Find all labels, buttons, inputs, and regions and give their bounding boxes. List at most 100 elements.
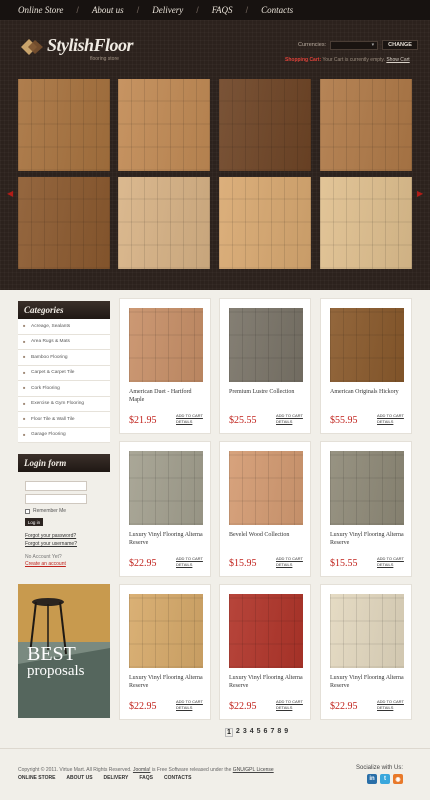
logo-title[interactable]: StylishFloor: [47, 35, 134, 56]
currency-select[interactable]: ▾: [330, 40, 379, 50]
product-name[interactable]: Luxury Vinyl Flooring Alterna Reserve: [229, 674, 307, 690]
category-item[interactable]: ■ Garage Flooring: [18, 428, 110, 443]
product-name[interactable]: Bevelel Wood Collection: [229, 531, 307, 539]
nav-delivery[interactable]: Delivery: [152, 5, 183, 15]
footer-link-online-store[interactable]: ONLINE STORE: [18, 775, 55, 781]
details-link[interactable]: DETAILS: [176, 419, 192, 425]
create-account-link[interactable]: Create an account: [25, 561, 110, 568]
bullet-icon: ■: [23, 400, 26, 406]
product-image[interactable]: [229, 451, 303, 525]
product-image[interactable]: [129, 594, 203, 668]
details-link[interactable]: DETAILS: [176, 705, 192, 711]
slider-next-icon[interactable]: ▶: [417, 189, 423, 198]
product-image[interactable]: [129, 308, 203, 382]
product-card[interactable]: American Duet - Hartford Maple $21.95 AD…: [119, 298, 211, 434]
product-image[interactable]: [229, 594, 303, 668]
rss-icon[interactable]: ◉: [393, 774, 403, 784]
category-item[interactable]: ■ Carpet & Carpet Tile: [18, 366, 110, 381]
product-card[interactable]: Luxury Vinyl Flooring Alterna Reserve $2…: [119, 584, 211, 720]
remember-me[interactable]: Remember Me: [25, 508, 110, 514]
slider-tile[interactable]: [320, 79, 412, 171]
product-name[interactable]: Luxury Vinyl Flooring Alterna Reserve: [330, 674, 408, 690]
change-currency-button[interactable]: CHANGE: [382, 40, 418, 50]
password-field[interactable]: [25, 494, 87, 504]
page-link[interactable]: 3: [243, 728, 247, 737]
top-navigation: Online Store / About us / Delivery / FAQ…: [0, 0, 430, 20]
nav-about-us[interactable]: About us: [92, 5, 124, 15]
footer-link-faqs[interactable]: FAQS: [139, 775, 153, 781]
nav-faqs[interactable]: FAQS: [212, 5, 233, 15]
promo-banner[interactable]: BEST proposals: [18, 584, 110, 718]
slider-prev-icon[interactable]: ◀: [7, 189, 13, 198]
product-card[interactable]: Luxury Vinyl Flooring Alterna Reserve $2…: [219, 584, 311, 720]
product-name[interactable]: American Duet - Hartford Maple: [129, 388, 207, 404]
remember-checkbox[interactable]: [25, 508, 30, 514]
bullet-icon: ■: [23, 385, 26, 391]
product-price: $25.55: [229, 415, 257, 426]
footer-link-delivery[interactable]: DELIVERY: [104, 775, 129, 781]
details-link[interactable]: DETAILS: [176, 562, 192, 568]
footer-link-contacts[interactable]: CONTACTS: [164, 775, 191, 781]
copyright-mid: is Free Software released under the: [151, 767, 232, 773]
linkedin-icon[interactable]: in: [367, 774, 377, 784]
product-image[interactable]: [330, 594, 404, 668]
slider-tile[interactable]: [320, 177, 412, 269]
category-item[interactable]: ■ Acreage, Sealants: [18, 319, 110, 335]
page-link[interactable]: 1: [225, 728, 233, 737]
footer-link-about-us[interactable]: ABOUT US: [66, 775, 92, 781]
category-item[interactable]: ■ Exercise & Gym Flooring: [18, 397, 110, 412]
page-link[interactable]: 5: [257, 728, 261, 737]
page-link[interactable]: 7: [270, 728, 274, 737]
product-name[interactable]: Premium Lustre Collection: [229, 388, 307, 396]
product-price: $15.95: [229, 558, 257, 569]
category-item[interactable]: ■ Area Rugs & Mats: [18, 335, 110, 350]
page-link[interactable]: 4: [250, 728, 254, 737]
forgot-password-link[interactable]: Forgot your password?: [25, 532, 110, 540]
page-link[interactable]: 8: [277, 728, 281, 737]
page-link[interactable]: 9: [284, 728, 288, 737]
joomla-link[interactable]: Joomla!: [133, 767, 151, 773]
product-card[interactable]: Luxury Vinyl Flooring Alterna Reserve $2…: [119, 441, 211, 577]
product-card[interactable]: Bevelel Wood Collection $15.95 ADD TO CA…: [219, 441, 311, 577]
slider-tile[interactable]: [118, 79, 210, 171]
details-link[interactable]: DETAILS: [276, 419, 292, 425]
product-card[interactable]: Premium Lustre Collection $25.55 ADD TO …: [219, 298, 311, 434]
product-image[interactable]: [330, 308, 404, 382]
login-button[interactable]: Log in: [25, 518, 43, 526]
product-name[interactable]: Luxury Vinyl Flooring Alterna Reserve: [129, 531, 207, 547]
username-field[interactable]: [25, 481, 87, 491]
page-link[interactable]: 6: [264, 728, 268, 737]
category-label: Area Rugs & Mats: [31, 339, 70, 345]
category-item[interactable]: ■ Cork Flooring: [18, 381, 110, 397]
slider-tile[interactable]: [219, 177, 311, 269]
nav-online-store[interactable]: Online Store: [18, 5, 63, 15]
product-price: $22.95: [129, 701, 157, 712]
slider-tile[interactable]: [219, 79, 311, 171]
license-link[interactable]: GNU/GPL License: [233, 767, 274, 773]
slider-tile[interactable]: [18, 79, 110, 171]
details-link[interactable]: DETAILS: [276, 705, 292, 711]
product-name[interactable]: Luxury Vinyl Flooring Alterna Reserve: [129, 674, 207, 690]
details-link[interactable]: DETAILS: [377, 562, 393, 568]
product-card[interactable]: American Originals Hickory $55.95 ADD TO…: [320, 298, 412, 434]
product-image[interactable]: [129, 451, 203, 525]
details-link[interactable]: DETAILS: [377, 705, 393, 711]
slider-tile[interactable]: [18, 177, 110, 269]
product-image[interactable]: [330, 451, 404, 525]
category-item[interactable]: ■ Floor Tile & Wall Tile: [18, 412, 110, 428]
nav-contacts[interactable]: Contacts: [261, 5, 293, 15]
details-link[interactable]: DETAILS: [276, 562, 292, 568]
page-link[interactable]: 2: [236, 728, 240, 737]
product-card[interactable]: Luxury Vinyl Flooring Alterna Reserve $1…: [320, 441, 412, 577]
show-cart-link[interactable]: Show Cart: [386, 57, 409, 63]
twitter-icon[interactable]: t: [380, 774, 390, 784]
product-name[interactable]: American Originals Hickory: [330, 388, 408, 396]
forgot-username-link[interactable]: Forgot your username?: [25, 540, 110, 548]
product-name[interactable]: Luxury Vinyl Flooring Alterna Reserve: [330, 531, 408, 547]
promo-subheading: proposals: [27, 663, 85, 679]
slider-tile[interactable]: [118, 177, 210, 269]
category-item[interactable]: ■ Bamboo Flooring: [18, 350, 110, 366]
product-card[interactable]: Luxury Vinyl Flooring Alterna Reserve $2…: [320, 584, 412, 720]
product-image[interactable]: [229, 308, 303, 382]
details-link[interactable]: DETAILS: [377, 419, 393, 425]
